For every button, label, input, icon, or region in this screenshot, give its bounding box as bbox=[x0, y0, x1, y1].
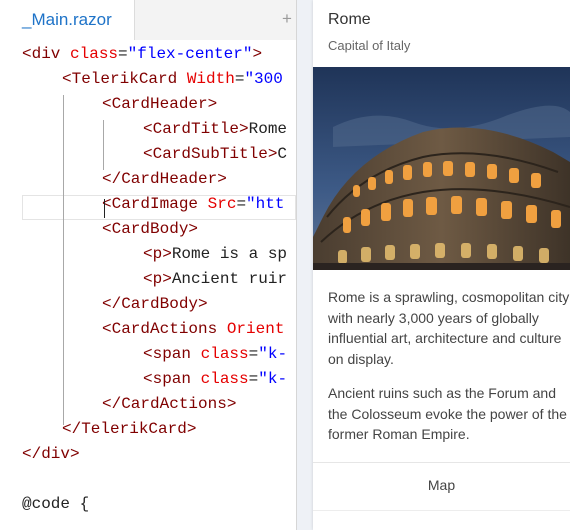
code-token: = bbox=[248, 370, 259, 388]
code-token: class bbox=[200, 370, 249, 388]
colosseum-image bbox=[313, 67, 570, 270]
code-token: <CardHeader> bbox=[102, 95, 218, 113]
code-token: <span bbox=[143, 370, 201, 388]
code-token: </div> bbox=[22, 445, 80, 463]
code-token: <CardActions bbox=[102, 320, 227, 338]
code-token: <CardSubTitle> bbox=[143, 145, 278, 163]
code-token: Width bbox=[186, 70, 235, 88]
indent-guide bbox=[103, 120, 104, 170]
code-line[interactable]: <CardActions Orient bbox=[102, 317, 284, 342]
map-button[interactable]: Map bbox=[313, 463, 570, 510]
code-token: Ancient ruir bbox=[171, 270, 288, 288]
code-token: class bbox=[70, 45, 119, 63]
card-body-paragraph: Ancient ruins such as the Forum and the … bbox=[328, 385, 567, 442]
code-token: Src bbox=[207, 195, 237, 213]
code-token: Rome is a sp bbox=[171, 245, 288, 263]
code-token: = bbox=[118, 45, 128, 63]
code-token: "k- bbox=[258, 370, 288, 388]
tab-label: _Main.razor bbox=[22, 10, 112, 29]
code-token: <CardImage bbox=[102, 195, 208, 213]
code-token: </TelerikCard> bbox=[62, 420, 197, 438]
code-line[interactable]: <CardHeader> bbox=[102, 92, 217, 117]
code-line[interactable]: <p>Rome is a sp bbox=[143, 242, 287, 267]
code-line[interactable]: </div> bbox=[22, 442, 80, 467]
card-bottom-divider bbox=[313, 510, 570, 511]
code-line[interactable]: <span class="k- bbox=[143, 367, 287, 392]
code-line[interactable]: <span class="k- bbox=[143, 342, 287, 367]
code-line[interactable]: <p>Ancient ruir bbox=[143, 267, 287, 292]
code-token: <TelerikCard bbox=[62, 70, 187, 88]
code-token: = bbox=[236, 195, 247, 213]
text-caret bbox=[104, 199, 105, 218]
code-token: "htt bbox=[246, 195, 285, 213]
code-token: = bbox=[234, 70, 245, 88]
code-line[interactable]: <TelerikCard Width="300 bbox=[62, 67, 283, 92]
code-line[interactable]: <CardTitle>Rome bbox=[143, 117, 287, 142]
code-token: <span bbox=[143, 345, 201, 363]
code-line[interactable]: <CardImage Src="htt bbox=[102, 192, 284, 217]
code-line[interactable]: @code { bbox=[22, 492, 89, 517]
code-token: <p> bbox=[143, 270, 172, 288]
code-line[interactable]: <CardSubTitle>C bbox=[143, 142, 287, 167]
pane-gap bbox=[297, 0, 313, 530]
code-token: <CardTitle> bbox=[143, 120, 249, 138]
code-token: = bbox=[248, 345, 259, 363]
code-token: <CardBody> bbox=[102, 220, 199, 238]
code-token: C bbox=[277, 145, 288, 163]
code-token: "k- bbox=[258, 345, 288, 363]
code-token: class bbox=[200, 345, 249, 363]
code-token: </CardActions> bbox=[102, 395, 237, 413]
add-tab-button[interactable]: + bbox=[282, 9, 292, 29]
code-line[interactable]: <CardBody> bbox=[102, 217, 198, 242]
code-token: "300 bbox=[244, 70, 283, 88]
code-token: </CardHeader> bbox=[102, 170, 227, 188]
code-token: > bbox=[252, 45, 263, 63]
code-editor[interactable]: _Main.razor + <div class="flex-center"> <… bbox=[0, 0, 297, 530]
code-token: @code { bbox=[22, 495, 90, 513]
code-line[interactable]: </CardBody> bbox=[102, 292, 208, 317]
card-body-paragraph: Rome is a sprawling, cosmopolitan city w… bbox=[328, 289, 570, 367]
code-token: Rome bbox=[248, 120, 288, 138]
code-token: Orient bbox=[226, 320, 285, 338]
editor-tab-bar: _Main.razor + bbox=[0, 0, 296, 40]
code-line[interactable]: <div class="flex-center"> bbox=[22, 42, 262, 67]
code-line[interactable]: </TelerikCard> bbox=[62, 417, 196, 442]
code-token: "flex-center" bbox=[127, 45, 253, 63]
code-line[interactable]: </CardHeader> bbox=[102, 167, 227, 192]
card-title: Rome bbox=[328, 11, 371, 28]
telerik-card: Rome Capital of Italy Rome is a sprawlin… bbox=[313, 0, 570, 530]
code-token: <p> bbox=[143, 245, 172, 263]
indent-guide bbox=[63, 95, 64, 425]
code-token: <div bbox=[22, 45, 71, 63]
tab-main-razor[interactable]: _Main.razor bbox=[0, 0, 135, 40]
code-line[interactable]: </CardActions> bbox=[102, 392, 236, 417]
code-token: </CardBody> bbox=[102, 295, 208, 313]
card-subtitle: Capital of Italy bbox=[328, 38, 411, 53]
